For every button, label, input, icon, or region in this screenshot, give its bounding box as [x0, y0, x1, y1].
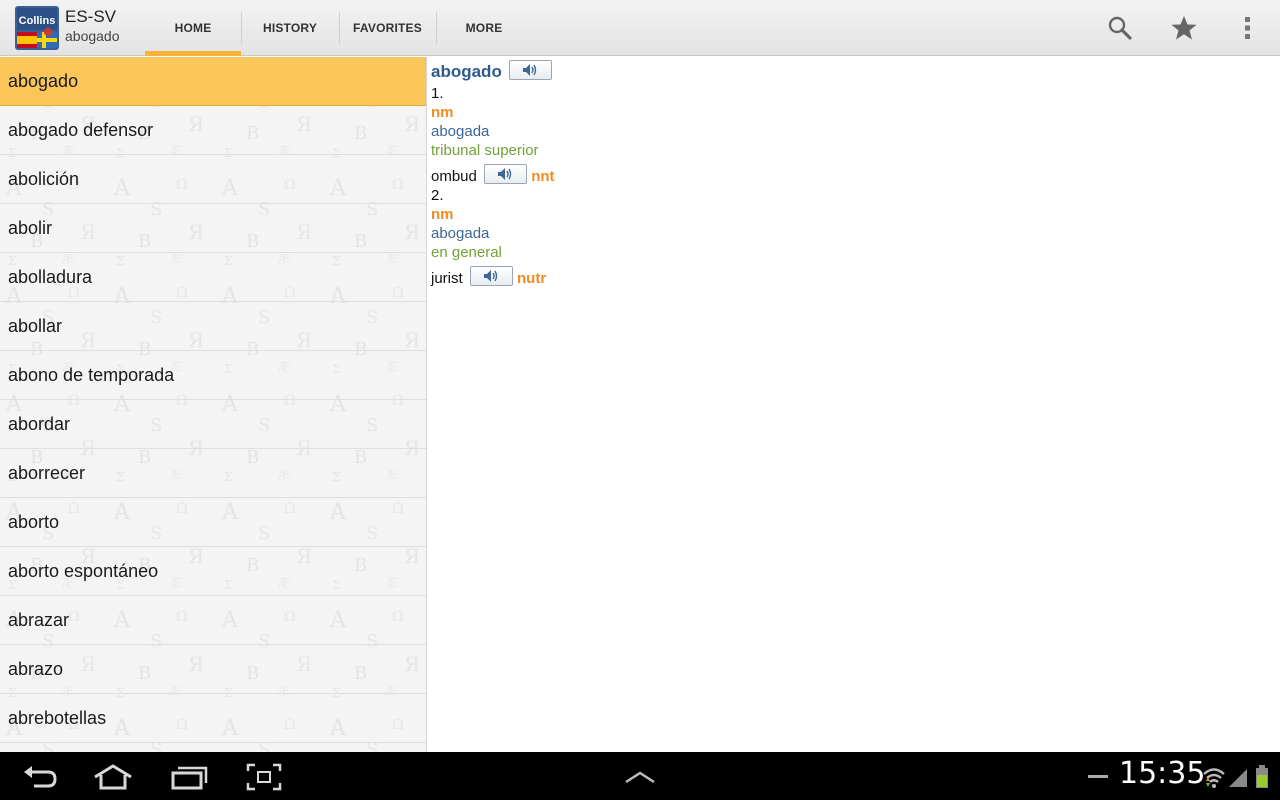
recent-apps-icon[interactable] [170, 762, 208, 792]
minus-icon [1088, 762, 1110, 792]
word-list-item[interactable]: abrebotellas [0, 694, 426, 743]
screenshot-icon[interactable] [246, 762, 282, 792]
home-icon[interactable] [92, 762, 134, 792]
word-list-item[interactable]: aborto [0, 498, 426, 547]
selection-pointer [409, 57, 427, 105]
back-icon[interactable] [22, 762, 58, 792]
word-list-item[interactable]: abordar [0, 400, 426, 449]
entry-panel: abogado 1. nm abogada tribunal superior … [431, 60, 1271, 288]
translation: jurist [431, 270, 463, 287]
word-list-item[interactable]: aborrecer [0, 449, 426, 498]
logo-text: Collins [19, 15, 56, 27]
app-logo-icon[interactable]: Collins [15, 6, 59, 50]
tab-more[interactable]: MORE [436, 0, 532, 56]
system-bar [0, 752, 1280, 800]
overflow-menu-icon[interactable] [1232, 12, 1264, 44]
sense-number: 2. [431, 187, 444, 204]
action-bar: Collins ES-SV abogado HOME HISTORY FAVOR… [0, 0, 1280, 56]
word-list-item[interactable]: abolición [0, 155, 426, 204]
word-list-item[interactable]: abono de temporada [0, 351, 426, 400]
part-of-speech: nm [431, 206, 454, 223]
word-list-item[interactable]: abolladura [0, 253, 426, 302]
speaker-icon [498, 168, 512, 180]
speaker-icon [523, 64, 537, 76]
word-list-item[interactable]: abrazo [0, 645, 426, 694]
tab-bar: HOME HISTORY FAVORITES MORE [145, 0, 532, 56]
word-list-item[interactable]: abogado [0, 57, 426, 106]
status-clock: 15:35 [1119, 756, 1206, 791]
star-icon[interactable] [1168, 12, 1200, 44]
pronunciation-button[interactable] [484, 164, 528, 184]
pronunciation-button[interactable] [469, 266, 513, 286]
word-list-item[interactable]: aborto espontáneo [0, 547, 426, 596]
tab-favorites[interactable]: FAVORITES [339, 0, 436, 56]
usage-context: en general [431, 244, 502, 261]
word-list[interactable]: A S Ω B Я Σ Æ abogadoabogado defensorabo… [0, 57, 427, 752]
usage-context: tribunal superior [431, 142, 539, 159]
battery-icon [1254, 762, 1270, 792]
feminine-form: abogada [431, 123, 490, 140]
word-list-item[interactable]: abolir [0, 204, 426, 253]
translation: ombud [431, 168, 477, 185]
part-of-speech: nm [431, 104, 454, 121]
word-list-item[interactable]: abollar [0, 302, 426, 351]
tab-home[interactable]: HOME [145, 0, 241, 56]
feminine-form: abogada [431, 225, 490, 242]
tab-history[interactable]: HISTORY [241, 0, 339, 56]
gender: nnt [531, 168, 555, 185]
speaker-icon [483, 270, 498, 282]
entry-headword: abogado [431, 62, 502, 81]
app-subtitle: abogado [65, 28, 120, 44]
sense-number: 1. [431, 85, 444, 102]
cell-signal-icon [1228, 762, 1248, 792]
app-title: ES-SV [65, 7, 117, 26]
word-list-item[interactable]: abrazar [0, 596, 426, 645]
gender: nutr [517, 270, 547, 287]
pronunciation-button[interactable] [509, 60, 553, 80]
chevron-up-icon[interactable] [622, 762, 658, 792]
search-icon[interactable] [1104, 12, 1136, 44]
wifi-icon [1202, 762, 1226, 792]
word-list-item[interactable]: abogado defensor [0, 106, 426, 155]
